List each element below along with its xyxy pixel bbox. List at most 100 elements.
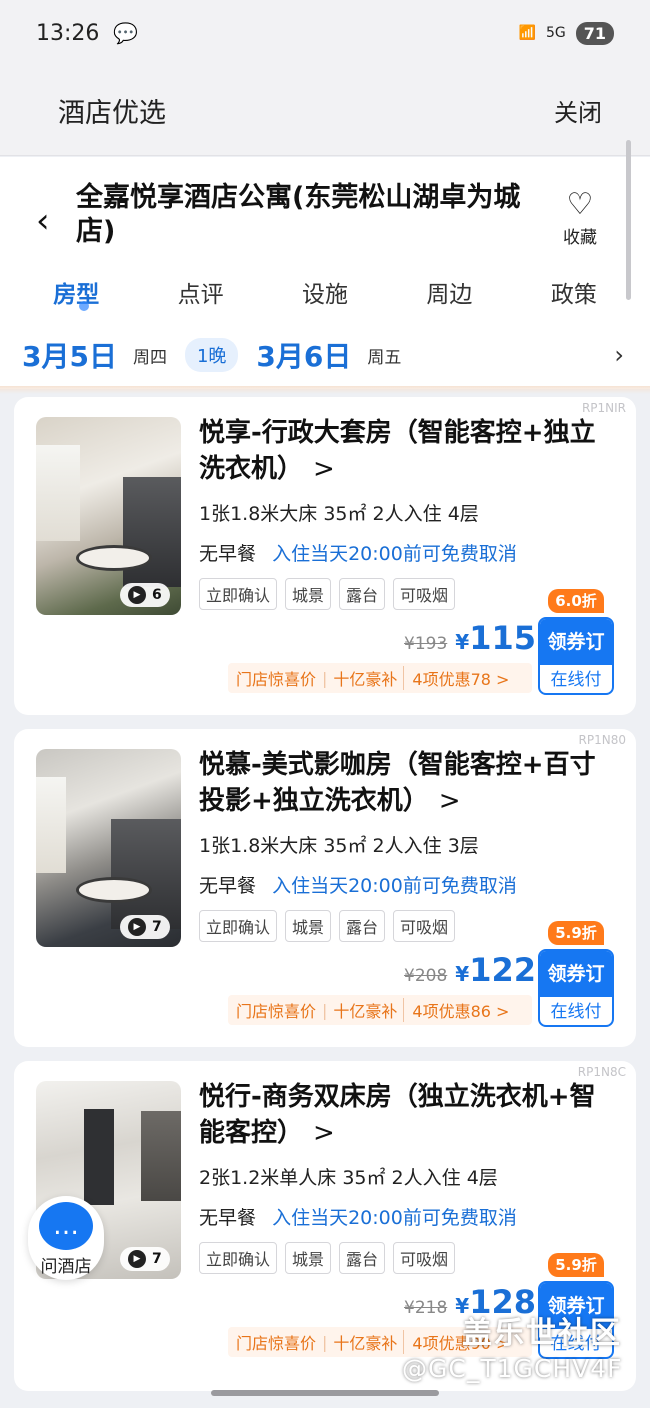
tab-facilities[interactable]: 设施 (263, 275, 387, 315)
room-tag: 城景 (285, 1242, 332, 1274)
promo-divider: | (322, 668, 328, 688)
checkout-date: 3月6日 (256, 340, 352, 373)
chevron-right-icon: > (313, 454, 335, 484)
promo-bar[interactable]: 门店惊喜价 | 十亿豪补 4项优惠86 > (228, 995, 532, 1025)
room-tag: 露台 (339, 578, 386, 610)
chat-bubble-icon: … (39, 1202, 93, 1250)
room-title[interactable]: 悦慕-美式影咖房（智能客控+百寸投影+独立洗衣机） > (199, 747, 619, 819)
promo-more: 4项优惠86 > (403, 998, 509, 1022)
close-button[interactable]: 关闭 (554, 93, 602, 128)
favorite-button[interactable]: ♡ 收藏 (556, 187, 604, 248)
play-icon: ▶ (128, 586, 146, 604)
promo-bar[interactable]: 门店惊喜价 | 十亿豪补 4项优惠78 > (228, 663, 532, 693)
hotel-header-panel: ‹ 全嘉悦享酒店公寓(东莞松山湖卓为城店) ♡ 收藏 房型 点评 设施 周边 政… (0, 157, 650, 394)
cancel-row: 无早餐 入住当天20:00前可免费取消 (199, 871, 517, 898)
current-price: 115 (469, 619, 536, 657)
room-photo-window (84, 1109, 114, 1205)
price-area: ¥208 ¥ 122 (404, 951, 536, 989)
room-photo-table (76, 545, 152, 571)
original-price: ¥218 (404, 1298, 448, 1318)
nights-badge: 1晚 (184, 338, 239, 372)
rate-plan-code: RP1N80 (578, 733, 626, 747)
room-title[interactable]: 悦享-行政大套房（智能客控+独立洗衣机） > (199, 415, 619, 487)
book-button[interactable]: 领券订 在线付 (538, 949, 614, 1027)
heart-plus-icon: ♡ (566, 187, 594, 222)
room-card[interactable]: RP1N80 ▶ 7 悦慕-美式影咖房（智能客控+百寸投影+独立洗衣机） > 1张… (14, 729, 636, 1047)
currency-symbol: ¥ (455, 962, 470, 986)
room-tag: 露台 (339, 910, 386, 942)
room-photo-window (36, 445, 80, 541)
current-price: 122 (469, 951, 536, 989)
photo-count: 7 (152, 1251, 162, 1267)
rate-plan-code: RP1NIR (581, 401, 626, 415)
scrollbar[interactable] (626, 140, 631, 300)
favorite-label: 收藏 (563, 228, 597, 248)
book-label: 领券订 (540, 619, 612, 665)
book-label: 领券订 (540, 951, 612, 997)
original-price: ¥208 (404, 966, 448, 986)
hotel-title-row: ‹ 全嘉悦享酒店公寓(东莞松山湖卓为城店) ♡ 收藏 (0, 177, 650, 267)
room-tags: 立即确认 城景 露台 可吸烟 (199, 578, 456, 610)
room-photo-cabinet (123, 477, 181, 587)
breakfast-info: 无早餐 (199, 543, 257, 565)
room-title-text: 悦享-行政大套房（智能客控+独立洗衣机） (199, 418, 596, 484)
tab-nearby[interactable]: 周边 (387, 275, 511, 315)
panel-divider (0, 386, 650, 394)
home-indicator[interactable] (211, 1390, 439, 1396)
promo-tag: 十亿豪补 (333, 670, 398, 689)
detail-tabs: 房型 点评 设施 周边 政策 (0, 275, 650, 315)
tab-policy[interactable]: 政策 (512, 275, 636, 315)
date-selector[interactable]: 3月5日 周四 1晚 3月6日 周五 › (0, 335, 650, 375)
promo-tag: 十亿豪补 (333, 1002, 398, 1021)
status-bar: 13:26 💬 📶 5G 71 (0, 0, 650, 66)
room-card[interactable]: RP1NIR ▶ 6 悦享-行政大套房（智能客控+独立洗衣机） > 1张1.8米大… (14, 397, 636, 715)
back-arrow-icon[interactable]: ‹ (36, 204, 60, 238)
price-area: ¥193 ¥ 115 (404, 619, 536, 657)
promo-tag: 门店惊喜价 (236, 670, 317, 689)
battery-level: 71 (575, 21, 614, 45)
room-photo-cabinet (111, 819, 181, 929)
chevron-right-icon: > (438, 786, 461, 816)
wifi-icon: 📶 (518, 25, 536, 41)
discount-badge: 5.9折 (548, 1253, 604, 1277)
play-icon: ▶ (128, 918, 146, 936)
play-icon: ▶ (128, 1250, 146, 1268)
breakfast-info: 无早餐 (199, 1207, 257, 1229)
room-tag: 可吸烟 (393, 578, 456, 610)
watermark-user: @GC_T1GCHV4F (402, 1354, 623, 1383)
mini-program-title: 酒店优选 (58, 98, 166, 129)
tab-room-types[interactable]: 房型 (14, 275, 138, 315)
room-photo[interactable]: ▶ 7 (36, 749, 181, 947)
photo-count-badge: ▶ 7 (120, 1247, 170, 1271)
network-label: 5G (545, 25, 566, 41)
room-tag: 立即确认 (199, 578, 278, 610)
room-title[interactable]: 悦行-商务双床房（独立洗衣机+智能客控） > (199, 1079, 619, 1151)
watermark-community: 盖乐世社区 (462, 1316, 622, 1351)
book-button[interactable]: 领券订 在线付 (538, 617, 614, 695)
room-tag: 立即确认 (199, 1242, 278, 1274)
room-tag: 城景 (285, 578, 332, 610)
ask-hotel-label: 问酒店 (40, 1257, 92, 1277)
cancel-policy: 入住当天20:00前可免费取消 (272, 1207, 517, 1229)
room-photo[interactable]: ▶ 6 (36, 417, 181, 615)
currency-symbol: ¥ (455, 630, 470, 654)
cancel-policy: 入住当天20:00前可免费取消 (272, 875, 517, 897)
original-price: ¥193 (404, 634, 448, 654)
checkin-date: 3月5日 (22, 340, 117, 373)
promo-divider: | (322, 1332, 328, 1352)
room-specs: 1张1.8米大床 35㎡ 2人入住 4层 (199, 503, 479, 525)
photo-count-badge: ▶ 7 (120, 915, 170, 939)
chevron-right-icon[interactable]: › (614, 341, 624, 369)
ask-hotel-button[interactable]: … 问酒店 (28, 1196, 104, 1280)
hotel-name: 全嘉悦享酒店公寓(东莞松山湖卓为城店) (76, 182, 521, 247)
room-tag: 露台 (339, 1242, 386, 1274)
promo-tag: 门店惊喜价 (236, 1002, 317, 1021)
cancel-row: 无早餐 入住当天20:00前可免费取消 (199, 539, 517, 566)
cancel-row: 无早餐 入住当天20:00前可免费取消 (199, 1203, 517, 1230)
room-specs: 2张1.2米单人床 35㎡ 2人入住 4层 (199, 1167, 498, 1189)
tab-reviews[interactable]: 点评 (138, 275, 262, 315)
pay-label: 在线付 (550, 670, 602, 690)
room-tags: 立即确认 城景 露台 可吸烟 (199, 1242, 456, 1274)
pay-label: 在线付 (550, 1002, 602, 1022)
rate-plan-code: RP1N8C (577, 1065, 626, 1079)
